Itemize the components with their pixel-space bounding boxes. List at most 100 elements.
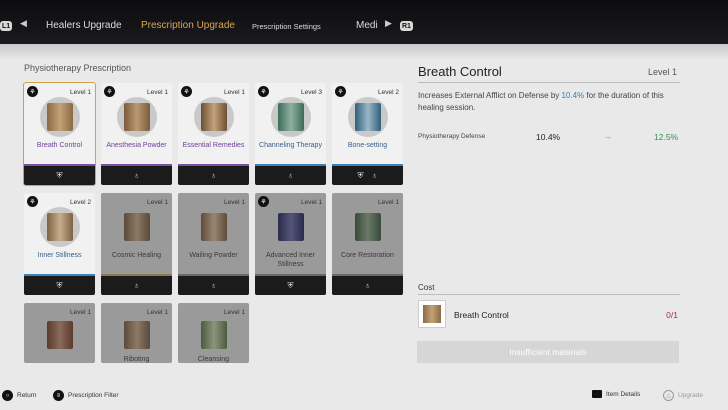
card-name: Channeling Therapy <box>259 142 322 149</box>
tab-left-arrow-icon[interactable]: ◀ <box>20 18 27 29</box>
desc-value: 10.4% <box>561 91 585 100</box>
header-fade <box>0 44 728 60</box>
prescription-card-riboting[interactable]: Level 1 Riboting <box>101 303 172 363</box>
leaf-icon: ⚘ <box>27 196 38 207</box>
prescription-card-bone-setting[interactable]: ⚘ Level 2 Bone-setting ⛨ ♁ <box>332 83 403 185</box>
prescription-card-cosmic-healing[interactable]: Level 1 Cosmic Healing ♁ <box>101 193 172 295</box>
card-level: Level 2 <box>378 89 399 96</box>
leaf-icon: ⚘ <box>104 86 115 97</box>
tab-prescription-upgrade[interactable]: Prescription Upgrade <box>141 20 235 31</box>
footer-upgrade[interactable]: △ Upgrade <box>663 390 703 401</box>
stat-next-value: 12.5% <box>654 132 679 142</box>
book-icon <box>278 103 304 131</box>
card-level: Level 1 <box>147 199 168 206</box>
options-button-icon: ≡ <box>53 390 64 401</box>
flask-icon: ♁ <box>210 281 217 290</box>
prescription-card-inner-stillness[interactable]: ⚘ Level 2 Inner Stillness ⛨ <box>24 193 95 295</box>
book-icon <box>355 103 381 131</box>
tab-healers-upgrade[interactable]: Healers Upgrade <box>46 20 122 31</box>
card-level: Level 1 <box>147 309 168 316</box>
stat-arrow-icon: → <box>603 131 612 141</box>
card-footer: ⛨ ♁ <box>332 166 403 185</box>
triangle-button-icon: △ <box>663 390 674 401</box>
cost-item-quantity: 0/1 <box>666 310 678 320</box>
book-icon <box>47 321 73 349</box>
prescription-card-anesthesia-powder[interactable]: ⚘ Level 1 Anesthesia Powder ♁ <box>101 83 172 185</box>
prescription-card-row3-1[interactable]: Level 1 <box>24 303 95 363</box>
upgrade-label: Upgrade <box>678 392 703 399</box>
prescription-card-breath-control[interactable]: ⚘ Level 1 Breath Control ⛨ <box>23 82 96 186</box>
card-footer: ♁ <box>101 276 172 295</box>
card-footer: ⛨ <box>255 276 326 295</box>
prescription-card-core-restoration[interactable]: Level 1 Core Restoration ♁ <box>332 193 403 295</box>
card-name: Riboting <box>123 356 150 363</box>
stat-current-value: 10.4% <box>536 132 561 142</box>
footer-return[interactable]: ○ Return <box>2 390 37 401</box>
leaf-icon: ⚘ <box>258 196 269 207</box>
footer-item-details[interactable]: Item Details <box>592 390 640 398</box>
flask-icon: ♁ <box>133 281 140 290</box>
card-name: Bone-setting <box>347 142 388 149</box>
book-icon <box>47 103 73 131</box>
tab-right-arrow-icon[interactable]: ▶ <box>385 18 392 29</box>
card-footer: ♁ <box>178 166 249 185</box>
card-name: Cleansing <box>197 356 230 363</box>
flask-icon: ♁ <box>133 171 140 180</box>
flask-icon: ♁ <box>287 171 294 180</box>
card-name: Cosmic Healing <box>111 252 162 259</box>
prescription-card-essential-remedies[interactable]: ⚘ Level 1 Essential Remedies ♁ <box>178 83 249 185</box>
card-footer: ♁ <box>178 276 249 295</box>
return-label: Return <box>17 392 37 399</box>
card-level: Level 2 <box>70 199 91 206</box>
card-footer: ♁ <box>101 166 172 185</box>
cost-item-row[interactable]: Breath Control 0/1 <box>418 300 680 330</box>
shield-icon: ⛨ <box>56 280 63 290</box>
card-name: Breath Control <box>36 142 83 149</box>
detail-title: Breath Control <box>418 64 502 79</box>
prescription-card-wailing-powder[interactable]: Level 1 Wailing Powder ♁ <box>178 193 249 295</box>
r1-button-hint[interactable]: R1 <box>400 21 413 31</box>
l1-button-hint[interactable]: L1 <box>0 21 13 31</box>
stat-label: Physiotherapy Defense <box>418 133 486 140</box>
touchpad-icon <box>592 390 602 398</box>
tab-prescription-settings[interactable]: Prescription Settings <box>252 22 321 31</box>
shield-icon: ⛨ <box>357 170 364 180</box>
flask-icon: ♁ <box>371 171 378 180</box>
flask-icon: ♁ <box>364 281 371 290</box>
shield-icon: ⛨ <box>287 280 294 290</box>
book-icon <box>47 213 73 241</box>
top-navigation-bar: L1 ◀ Healers Upgrade Prescription Upgrad… <box>0 0 728 44</box>
book-icon <box>355 213 381 241</box>
card-level: Level 1 <box>70 309 91 316</box>
card-level: Level 1 <box>224 89 245 96</box>
footer-prescription-filter[interactable]: ≡ Prescription Filter <box>53 390 119 401</box>
book-icon <box>124 321 150 349</box>
cost-item-thumbnail <box>418 300 446 328</box>
circle-button-icon: ○ <box>2 390 13 401</box>
card-footer: ♁ <box>332 276 403 295</box>
section-title: Physiotherapy Prescription <box>24 63 132 73</box>
prescription-card-advanced-inner-stillness[interactable]: ⚘ Level 1 Advanced Inner Stillness ⛨ <box>255 193 326 295</box>
card-name: Essential Remedies <box>182 142 245 149</box>
card-level: Level 1 <box>301 199 322 206</box>
book-icon <box>124 213 150 241</box>
leaf-icon: ⚘ <box>27 86 38 97</box>
detail-divider <box>418 82 680 83</box>
tab-medi[interactable]: Medi <box>356 20 378 31</box>
insufficient-materials-button[interactable]: Insufficient materials <box>417 341 679 363</box>
cost-label: Cost <box>418 283 435 292</box>
prescription-card-channeling-therapy[interactable]: ⚘ Level 3 Channeling Therapy ♁ <box>255 83 326 185</box>
book-icon <box>124 103 150 131</box>
filter-label: Prescription Filter <box>68 392 119 399</box>
card-name: Anesthesia Powder <box>106 142 167 149</box>
leaf-icon: ⚘ <box>258 86 269 97</box>
prescription-card-cleansing[interactable]: Level 1 Cleansing <box>178 303 249 363</box>
card-level: Level 3 <box>301 89 322 96</box>
desc-prefix: Increases External Afflict on Defense by <box>418 91 562 100</box>
flask-icon: ♁ <box>210 171 217 180</box>
leaf-icon: ⚘ <box>181 86 192 97</box>
card-footer: ♁ <box>255 166 326 185</box>
card-name: Inner Stillness <box>37 252 82 259</box>
card-level: Level 1 <box>378 199 399 206</box>
item-details-label: Item Details <box>606 390 641 398</box>
